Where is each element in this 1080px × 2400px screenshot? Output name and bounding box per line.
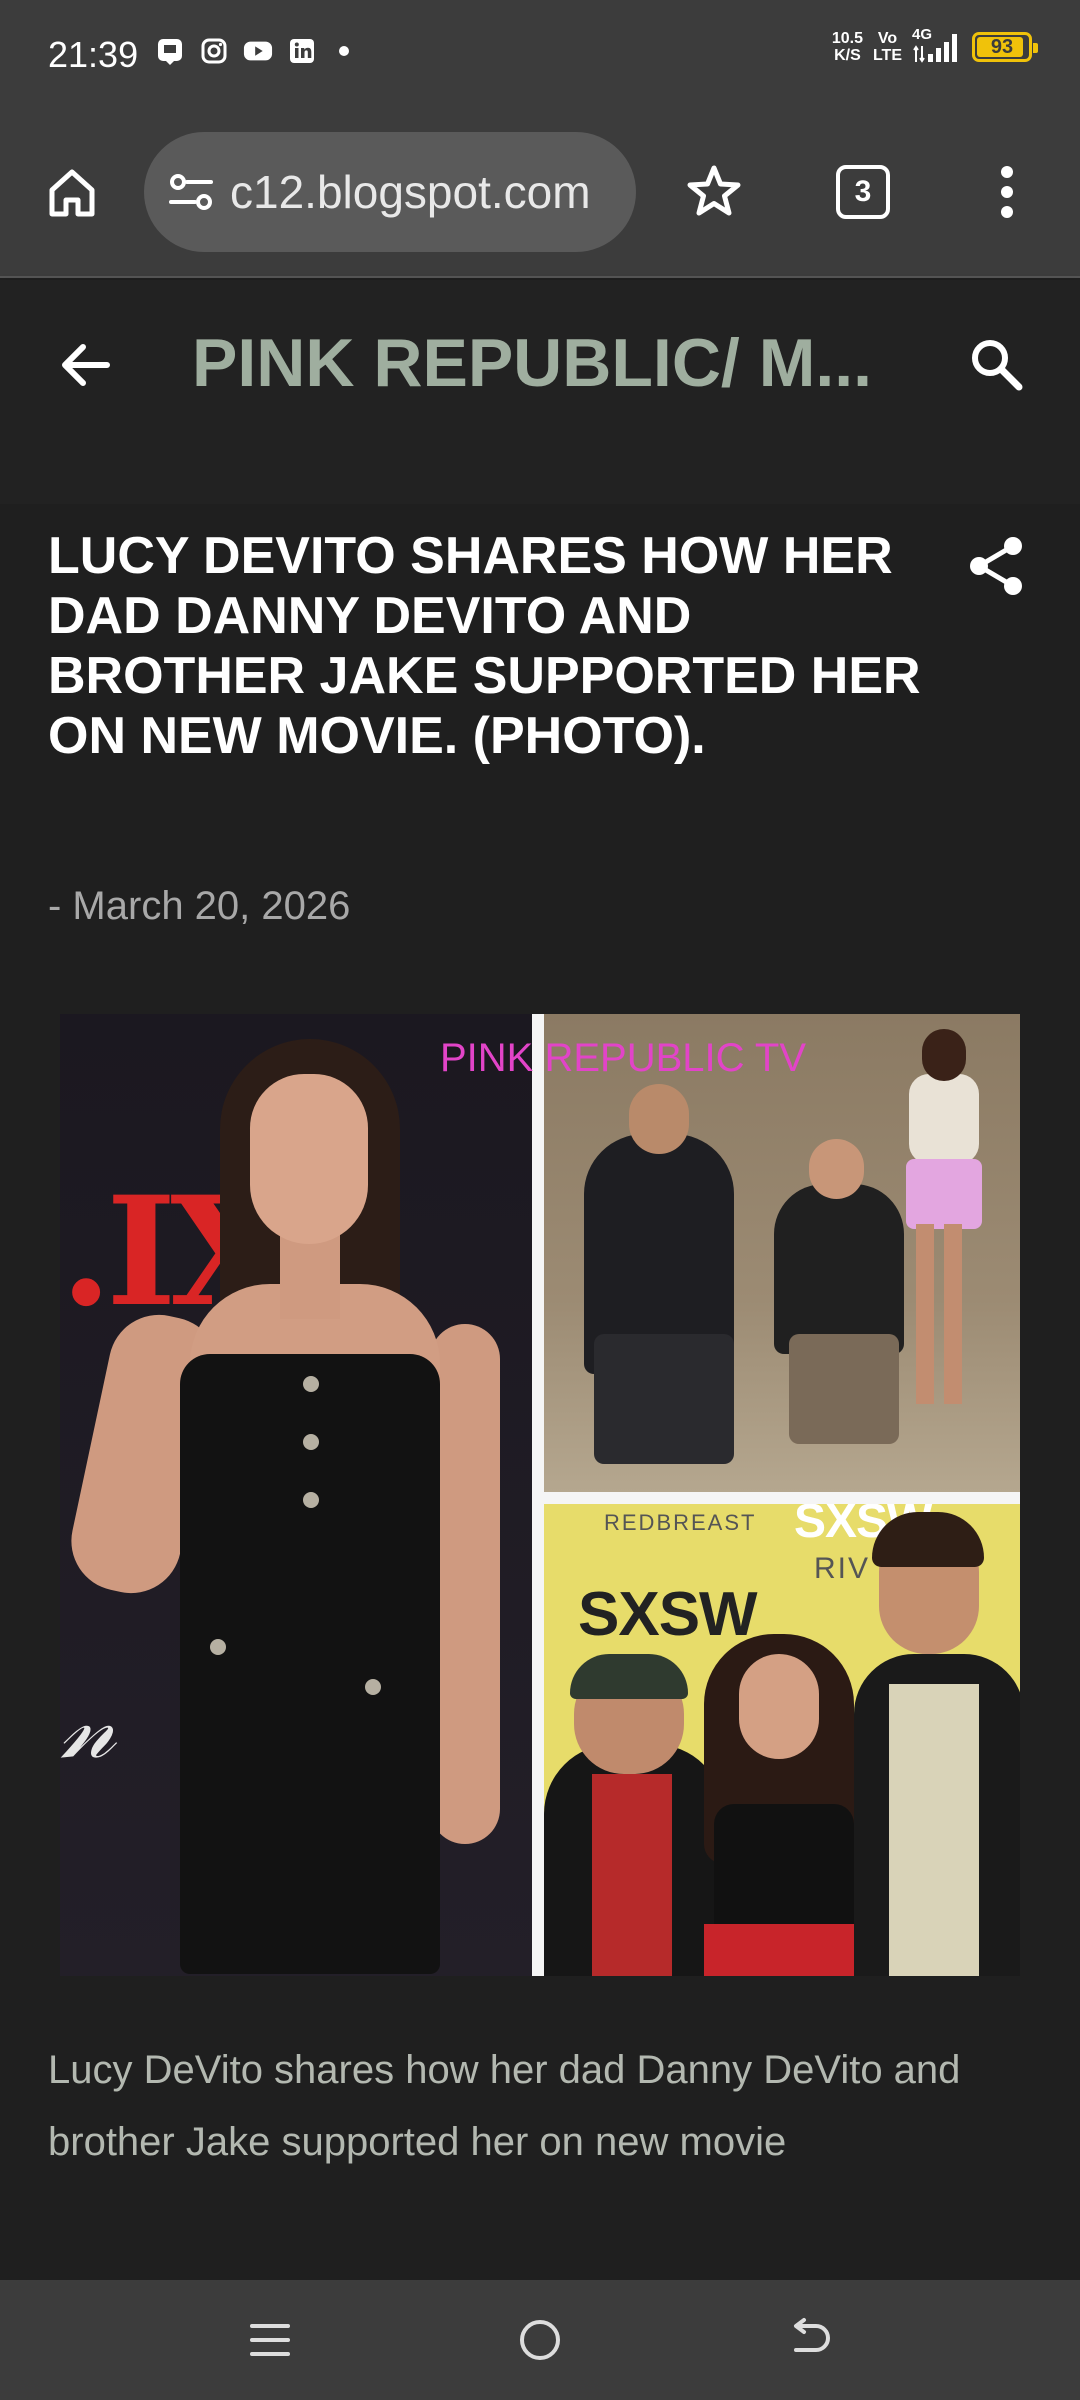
more-notifications-dot bbox=[339, 46, 349, 56]
image-panel-premiere: REDBREAST SXSW RIV SXSW bbox=[544, 1504, 1020, 1976]
post-date: - March 20, 2026 bbox=[48, 884, 351, 928]
post-body: Lucy DeVito shares how her dad Danny DeV… bbox=[48, 2048, 961, 2164]
status-bar: 21:39 10.5 K/S Vo LTE 4G 93 bbox=[0, 0, 1080, 110]
dress-button bbox=[210, 1639, 226, 1655]
figure-man-shirt bbox=[889, 1684, 979, 1976]
gallery-icon bbox=[155, 36, 185, 66]
undo-back-icon bbox=[794, 2318, 830, 2352]
collage-divider bbox=[532, 1014, 544, 1976]
youtube-icon bbox=[243, 36, 273, 66]
network-speed: 10.5 K/S bbox=[832, 30, 863, 64]
recents-button[interactable] bbox=[238, 2308, 302, 2372]
volte-top: Vo bbox=[877, 30, 898, 47]
home-icon bbox=[49, 169, 95, 217]
search-button[interactable] bbox=[958, 326, 1034, 402]
sign-text-sxsw: SXSW bbox=[578, 1580, 758, 1649]
image-panel-red-carpet: .IX 𝓃 bbox=[60, 1014, 532, 1976]
figure-older-man-head bbox=[809, 1139, 864, 1199]
dress-button bbox=[303, 1376, 319, 1392]
image-panel-studio bbox=[544, 1014, 1020, 1492]
site-header: PINK REPUBLIC/ M... bbox=[0, 280, 1080, 504]
volte-indicator: Vo LTE bbox=[873, 30, 902, 64]
tab-count: 3 bbox=[854, 175, 872, 208]
system-nav-bar bbox=[0, 2280, 1080, 2400]
figure-man-legs bbox=[594, 1334, 734, 1464]
star-icon bbox=[687, 165, 741, 216]
signal-icon: 4G bbox=[912, 26, 962, 64]
site-title[interactable]: PINK REPUBLIC/ M... bbox=[192, 324, 882, 402]
circle-home-icon bbox=[520, 2320, 560, 2360]
post-title: LUCY DEVITO SHARES HOW HER DAD DANNY DEV… bbox=[48, 527, 921, 765]
figure-older-man-legs bbox=[789, 1334, 899, 1444]
volte-bottom: LTE bbox=[872, 47, 902, 64]
arrow-back-icon bbox=[62, 344, 110, 386]
figure-face bbox=[250, 1074, 368, 1244]
url-text[interactable]: c12.blogspot.com bbox=[230, 165, 591, 219]
address-bar[interactable]: c12.blogspot.com bbox=[144, 132, 636, 252]
figure-woman-leg bbox=[916, 1224, 934, 1404]
figure-cap bbox=[570, 1654, 688, 1699]
share-button[interactable] bbox=[964, 532, 1028, 600]
sign-text-redbreast: REDBREAST bbox=[604, 1510, 757, 1535]
dress-button bbox=[303, 1434, 319, 1450]
more-vert-icon bbox=[1001, 166, 1013, 218]
figure-woman-skirt bbox=[906, 1159, 982, 1229]
battery-level: 93 bbox=[990, 35, 1014, 58]
figure-man-head bbox=[629, 1084, 689, 1154]
dress-button bbox=[303, 1492, 319, 1508]
figure-woman-blazer bbox=[909, 1074, 979, 1164]
tab-switcher-button[interactable]: 3 bbox=[836, 165, 890, 219]
menu-icon bbox=[250, 2324, 290, 2356]
backdrop-script-mark: 𝓃 bbox=[60, 1674, 116, 1779]
battery-tip bbox=[1033, 43, 1038, 53]
search-icon bbox=[972, 340, 1023, 391]
back-nav-button[interactable] bbox=[778, 2308, 842, 2372]
home-button[interactable] bbox=[40, 160, 104, 224]
collage-divider bbox=[544, 1492, 1020, 1504]
figure-red-shirt bbox=[592, 1774, 672, 1976]
figure-arm-right bbox=[430, 1324, 500, 1844]
figure-older-man-jacket bbox=[774, 1184, 904, 1354]
bookmark-button[interactable] bbox=[680, 158, 748, 226]
status-time: 21:39 bbox=[48, 34, 139, 75]
image-overlay-text: PINK REPUBLIC TV bbox=[440, 1036, 807, 1080]
dress-button bbox=[365, 1679, 381, 1695]
post-image[interactable]: .IX 𝓃 PINK REPUBLIC TV REDBREAST SXSW RI… bbox=[60, 1014, 1020, 1976]
network-speed-value: 10.5 bbox=[831, 30, 863, 47]
browser-toolbar: c12.blogspot.com 3 bbox=[0, 110, 1080, 278]
share-icon bbox=[970, 537, 1022, 595]
battery-icon: 93 bbox=[972, 32, 1038, 62]
sign-text-riv: RIV bbox=[814, 1552, 871, 1585]
figure-woman-head bbox=[922, 1029, 966, 1081]
figure-woman-leg bbox=[944, 1224, 962, 1404]
figure-red-skirt bbox=[704, 1924, 864, 1976]
status-right-cluster: 10.5 K/S Vo LTE 4G 93 bbox=[832, 26, 1038, 64]
notification-icons bbox=[155, 36, 349, 66]
linkedin-icon bbox=[287, 36, 317, 66]
site-settings-icon[interactable] bbox=[166, 167, 216, 217]
network-speed-unit: K/S bbox=[834, 47, 861, 64]
browser-menu-button[interactable] bbox=[980, 160, 1034, 224]
back-button[interactable] bbox=[50, 330, 120, 400]
instagram-icon bbox=[199, 36, 229, 66]
post: LUCY DEVITO SHARES HOW HER DAD DANNY DEV… bbox=[0, 504, 1080, 2280]
home-nav-button[interactable] bbox=[508, 2308, 572, 2372]
figure-woman-face bbox=[739, 1654, 819, 1759]
